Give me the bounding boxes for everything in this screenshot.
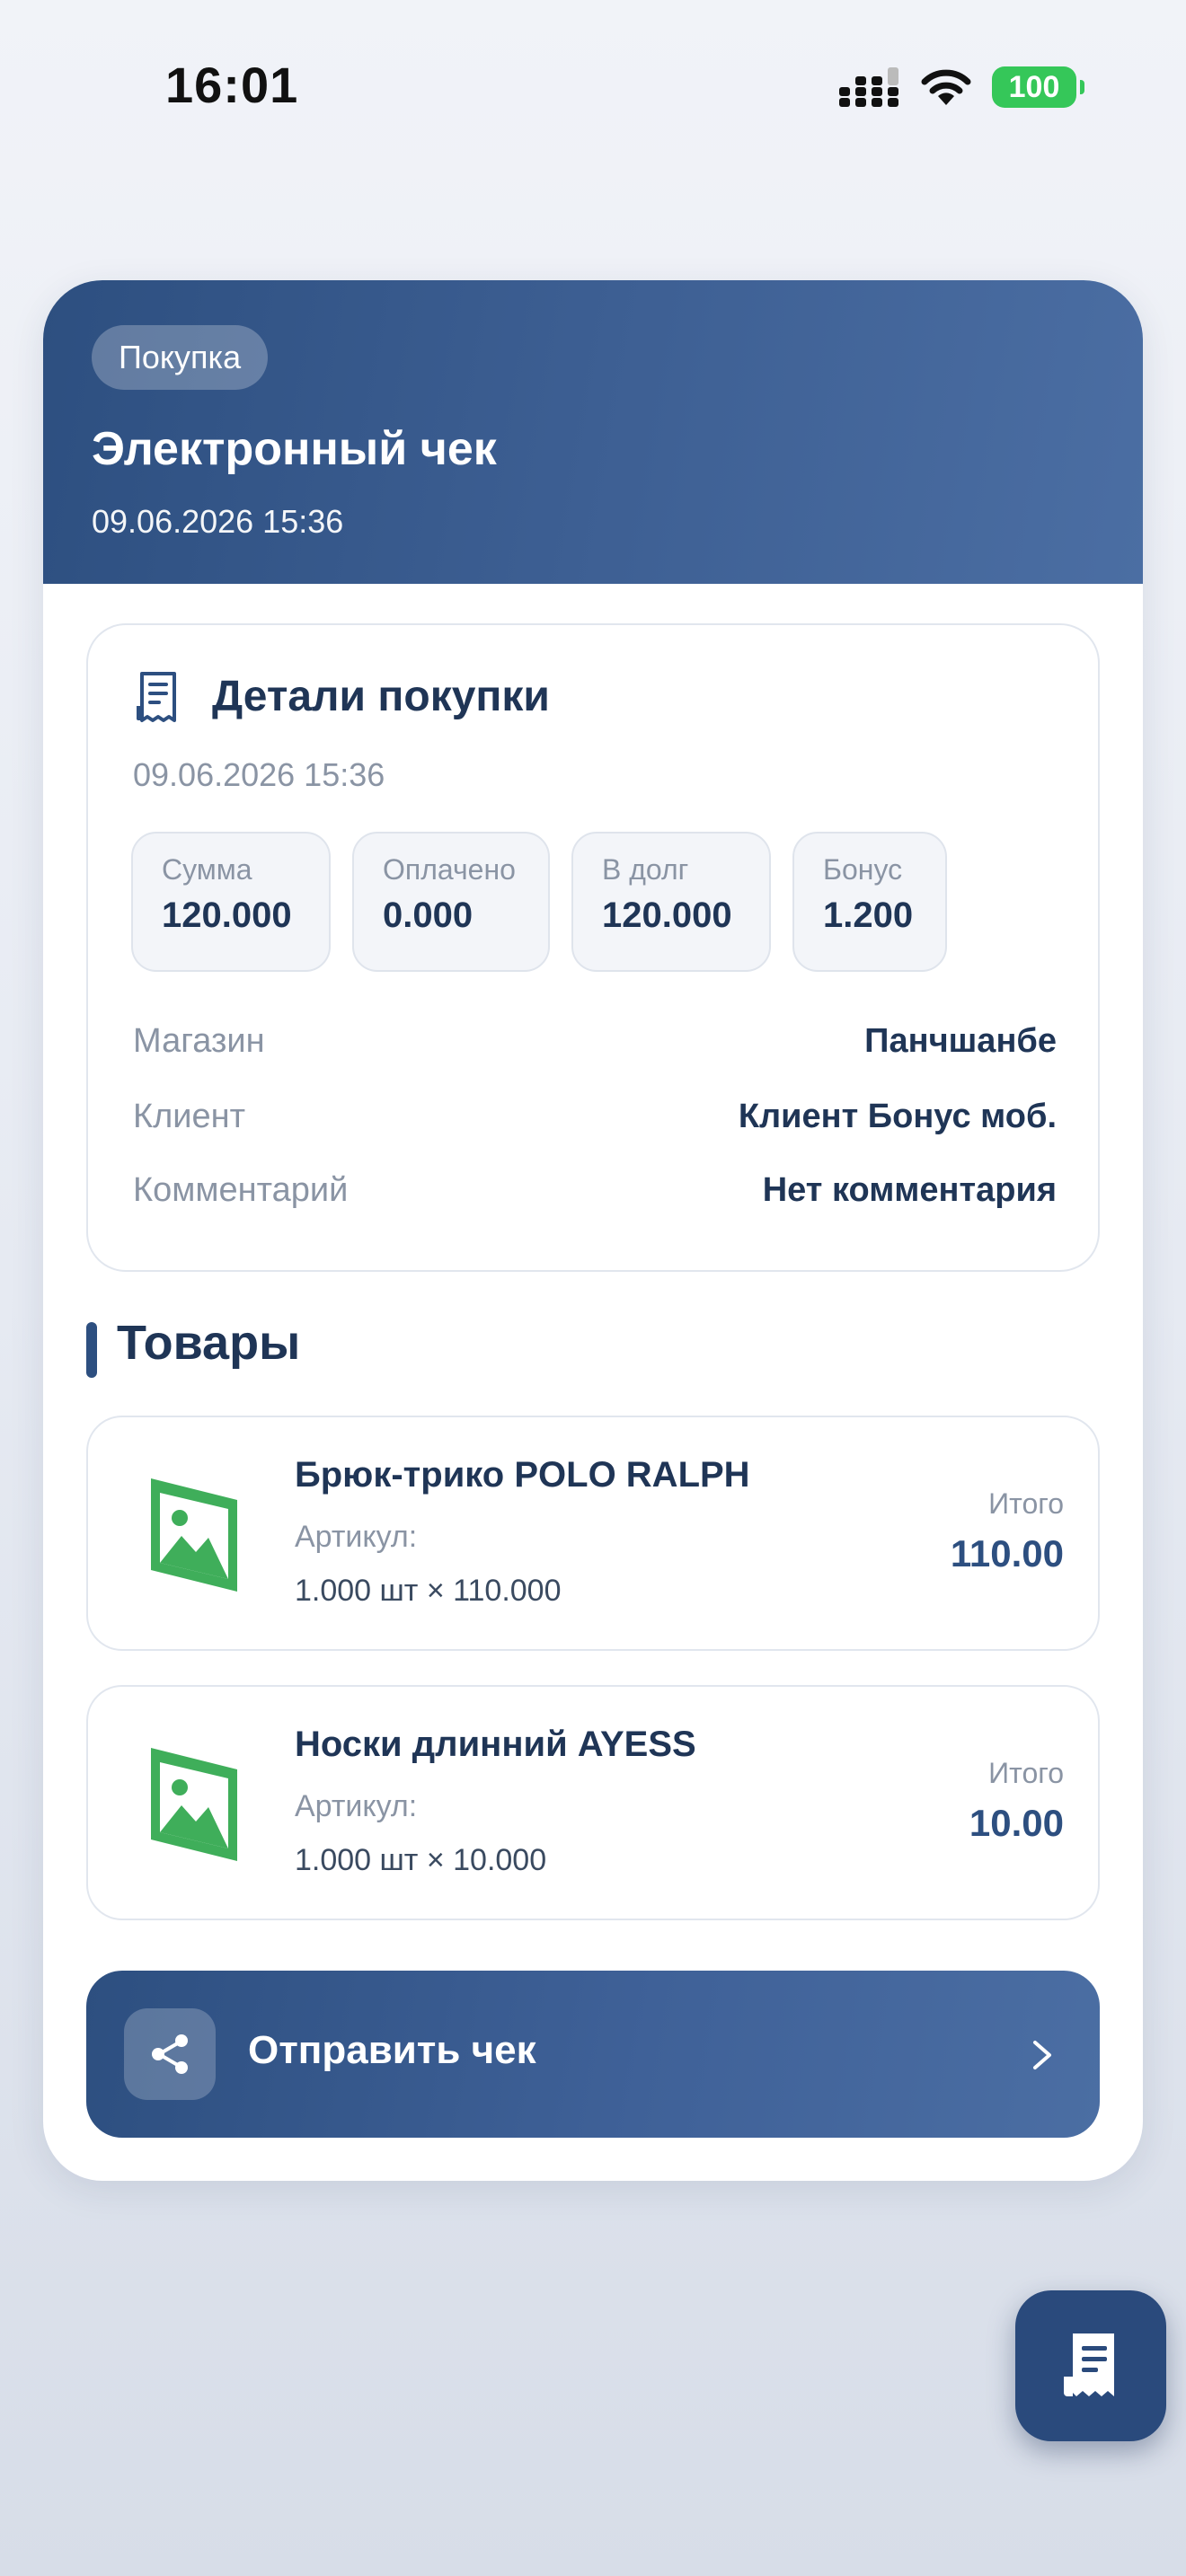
details-title: Детали покупки <box>212 673 550 720</box>
stat-label: Бонус <box>823 853 903 886</box>
info-row-comment: Комментарий Нет комментария <box>133 1171 1057 1216</box>
stat-debt: В долг 120.000 <box>571 832 771 972</box>
share-icon <box>152 2034 188 2074</box>
battery-icon: 100 <box>992 66 1084 108</box>
info-row-client: Клиент Клиент Бонус моб. <box>133 1098 1057 1142</box>
receipt-icon <box>1064 2333 1114 2396</box>
wifi-icon <box>921 69 971 105</box>
page-title: Электронный чек <box>92 423 497 475</box>
image-placeholder-icon <box>151 1478 237 1592</box>
stat-value: 120.000 <box>602 895 732 935</box>
status-time: 16:01 <box>165 57 299 113</box>
total-value: 110.00 <box>950 1532 1064 1575</box>
stat-label: Оплачено <box>383 853 516 886</box>
info-label: Клиент <box>133 1098 246 1135</box>
stat-paid: Оплачено 0.000 <box>352 832 550 972</box>
status-icons: 100 <box>839 63 1084 111</box>
stat-label: В долг <box>602 853 689 886</box>
stat-label: Сумма <box>162 853 252 886</box>
product-item[interactable]: Носки длинний AYESS Артикул: 1.000 шт × … <box>86 1685 1100 1920</box>
product-name: Брюк-трико POLO RALPH <box>295 1455 750 1495</box>
stat-amount: Сумма 120.000 <box>131 832 331 972</box>
stat-bonus: Бонус 1.200 <box>792 832 947 972</box>
info-value: Панчшанбе <box>864 1022 1057 1060</box>
product-name: Носки длинний AYESS <box>295 1725 696 1764</box>
stat-value: 120.000 <box>162 895 292 935</box>
send-receipt-button[interactable]: Отправить чек <box>86 1971 1100 2138</box>
info-label: Магазин <box>133 1022 265 1060</box>
section-accent-bar <box>86 1322 97 1378</box>
stat-value: 1.200 <box>823 895 914 935</box>
product-quantity: 1.000 шт × 110.000 <box>295 1574 562 1608</box>
product-item[interactable]: Брюк-трико POLO RALPH Артикул: 1.000 шт … <box>86 1416 1100 1651</box>
details-date: 09.06.2026 15:36 <box>133 756 385 793</box>
info-row-store: Магазин Панчшанбе <box>133 1022 1057 1067</box>
send-receipt-label: Отправить чек <box>248 2028 536 2072</box>
receipt-icon <box>137 672 176 722</box>
total-value: 10.00 <box>969 1802 1064 1844</box>
products-title: Товары <box>117 1316 301 1370</box>
status-bar: 16:01 100 <box>0 0 1186 171</box>
type-badge: Покупка <box>92 325 269 390</box>
battery-level: 100 <box>1008 69 1060 104</box>
image-placeholder-icon <box>151 1748 237 1861</box>
info-value: Клиент Бонус моб. <box>738 1098 1057 1135</box>
info-label: Комментарий <box>133 1171 349 1209</box>
header-date: 09.06.2026 15:36 <box>92 503 344 540</box>
total-label: Итого <box>988 1487 1064 1520</box>
signal-icon <box>839 67 898 107</box>
purchase-details-card: Детали покупки 09.06.2026 15:36 Сумма 12… <box>86 623 1100 1272</box>
receipt-fab-button[interactable] <box>1015 2290 1166 2441</box>
product-sku: Артикул: <box>295 1520 418 1554</box>
product-quantity: 1.000 шт × 10.000 <box>295 1843 547 1877</box>
product-sku: Артикул: <box>295 1789 418 1823</box>
info-value: Нет комментария <box>762 1171 1057 1209</box>
receipt-card: Покупка Электронный чек 09.06.2026 15:36… <box>43 280 1143 2181</box>
receipt-header: Покупка Электронный чек 09.06.2026 15:36 <box>43 280 1143 584</box>
chevron-right-icon <box>1033 2041 1051 2069</box>
share-icon-box <box>124 2008 216 2100</box>
stat-value: 0.000 <box>383 895 474 935</box>
total-label: Итого <box>988 1757 1064 1789</box>
